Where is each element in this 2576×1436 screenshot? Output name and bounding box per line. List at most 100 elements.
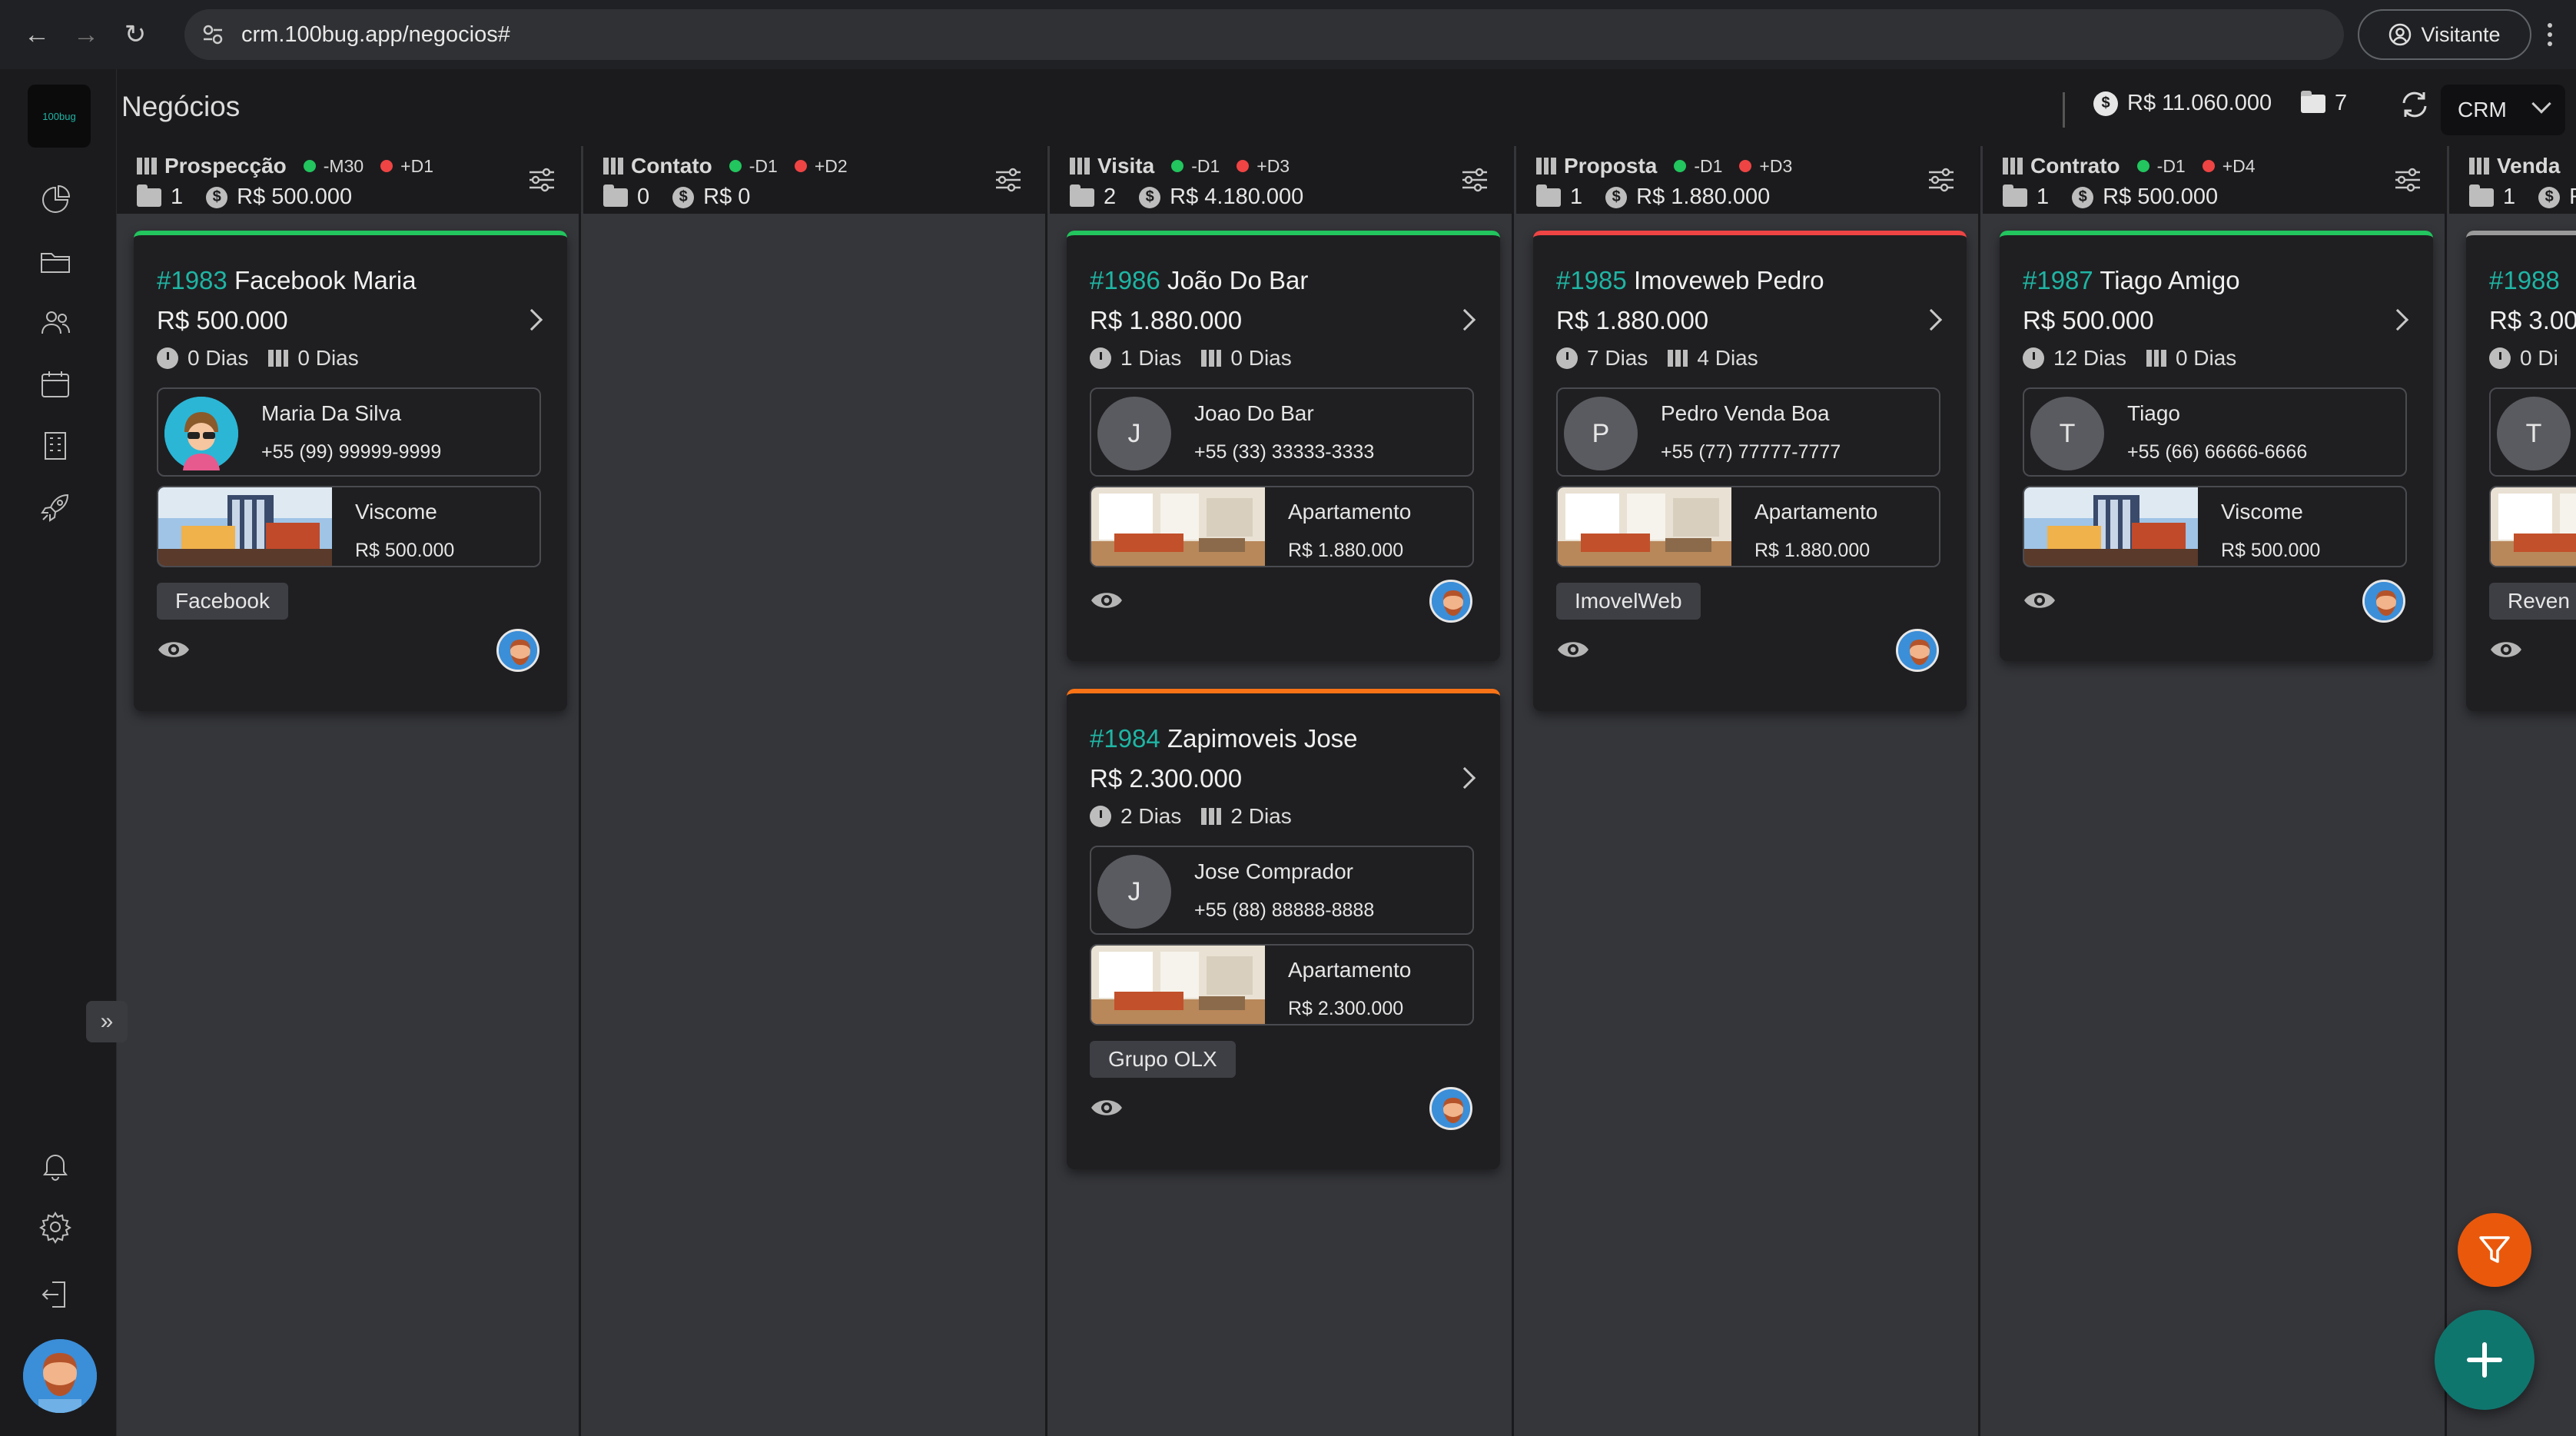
chevron-right-icon[interactable]	[1920, 308, 1943, 331]
column-settings-icon[interactable]	[1458, 163, 1492, 197]
property-name: Viscome	[355, 500, 437, 524]
contact-box[interactable]: T Tiago +55 (66) 66666-6666	[2023, 387, 2407, 477]
column-settings-icon[interactable]	[525, 163, 559, 197]
deal-title[interactable]: #1983 Facebook Maria	[157, 266, 417, 295]
owner-avatar[interactable]	[1429, 1087, 1472, 1130]
view-eye-icon[interactable]	[1090, 589, 1124, 612]
view-eye-icon[interactable]	[2489, 638, 2523, 661]
folder-icon	[137, 184, 161, 207]
column-settings-icon[interactable]	[991, 163, 1025, 197]
columns-icon	[1668, 350, 1688, 367]
deal-name: Imoveweb Pedro	[1633, 266, 1824, 294]
chevron-down-icon	[2531, 94, 2551, 114]
chevron-right-icon[interactable]	[1453, 766, 1476, 789]
deal-title[interactable]: #1985 Imoveweb Pedro	[1556, 266, 1824, 295]
property-box[interactable]: Apartamento R$ 2.300.000	[1090, 944, 1474, 1025]
deal-card[interactable]: #1986 João Do Bar R$ 1.880.000 1 Dias 0 Dia…	[1067, 231, 1500, 661]
add-deal-button[interactable]	[2435, 1310, 2535, 1410]
deal-title[interactable]: #1987 Tiago Amigo	[2023, 266, 2240, 295]
column-settings-icon[interactable]	[2391, 163, 2425, 197]
view-eye-icon[interactable]	[1090, 1096, 1124, 1119]
address-bar[interactable]: crm.100bug.app/negocios#	[184, 9, 2344, 60]
contact-box[interactable]: J Jose Comprador +55 (88) 88888-8888	[1090, 846, 1474, 935]
contact-box[interactable]: P Pedro Venda Boa +55 (77) 77777-7777	[1556, 387, 1940, 477]
column-name: Contato	[631, 154, 712, 178]
refresh-icon[interactable]	[2398, 88, 2432, 121]
view-eye-icon[interactable]	[1556, 638, 1590, 661]
kanban-column: Contato -D1 +D2 0 $ R$ 0	[583, 146, 1047, 1436]
chevron-right-icon[interactable]	[1453, 308, 1476, 331]
view-eye-icon[interactable]	[157, 638, 191, 661]
property-box[interactable]: Apartamento R$ 1.880.000	[1090, 486, 1474, 567]
chevron-right-icon[interactable]	[2386, 308, 2409, 331]
property-box[interactable]: Apartamento R$ 1.880.000	[1556, 486, 1940, 567]
deal-title[interactable]: #1984 Zapimoveis Jose	[1090, 724, 1358, 753]
column-tag-max: +D1	[400, 155, 433, 176]
calendar-icon[interactable]	[34, 363, 77, 406]
property-box[interactable]: Viscome R$ 500.000	[2023, 486, 2407, 567]
deal-card[interactable]: #1983 Facebook Maria R$ 500.000 0 Dias 0 Di…	[134, 231, 567, 711]
rocket-icon[interactable]	[34, 486, 77, 529]
deal-durations: 0 Di	[2489, 346, 2558, 371]
deal-title[interactable]: #1986 João Do Bar	[1090, 266, 1308, 295]
profile-button[interactable]: Visitante	[2358, 9, 2531, 60]
contact-avatar: T	[2497, 397, 2571, 470]
property-thumbnail	[1558, 487, 1731, 566]
gear-icon[interactable]	[34, 1205, 77, 1248]
deal-name: Zapimoveis Jose	[1167, 724, 1358, 753]
filter-fab-button[interactable]	[2458, 1213, 2531, 1287]
url-text: crm.100bug.app/negocios#	[241, 22, 510, 47]
logo-text: 100bug	[42, 110, 76, 122]
pipeline-select[interactable]: CRM	[2441, 85, 2565, 135]
owner-avatar[interactable]	[1896, 629, 1939, 672]
folder-icon[interactable]	[34, 240, 77, 283]
column-value: R$ 0	[703, 184, 751, 209]
forward-icon[interactable]: →	[65, 13, 108, 56]
column-tag-min: -D1	[749, 155, 778, 176]
deal-card[interactable]: #1984 Zapimoveis Jose R$ 2.300.000 2 Dias 2…	[1067, 689, 1500, 1169]
deal-card[interactable]: #1987 Tiago Amigo R$ 500.000 12 Dias 0 Dias…	[2000, 231, 2433, 661]
deal-durations: 2 Dias 2 Dias	[1090, 804, 1292, 829]
property-box[interactable]: Viscome R$ 500.000	[157, 486, 541, 567]
column-header: Contrato -D1 +D4 1 $ R$ 500.000	[1983, 146, 2445, 214]
dollar-icon: $	[2093, 91, 2118, 116]
column-value: R$ 1.880.000	[1636, 184, 1771, 209]
columns-icon	[2469, 158, 2490, 175]
deal-card[interactable]: #1988 R$ 3.00 0 Di T Reven	[2466, 231, 2576, 711]
profile-icon	[2389, 23, 2412, 46]
property-box[interactable]	[2489, 486, 2576, 567]
app-logo[interactable]: 100bug	[28, 85, 91, 148]
column-tag-min: -M30	[323, 155, 364, 176]
building-icon[interactable]	[34, 424, 77, 467]
column-settings-icon[interactable]	[1924, 163, 1958, 197]
column-title-row: Prospecção -M30 +D1	[137, 154, 433, 178]
owner-avatar[interactable]	[496, 629, 539, 672]
logout-icon[interactable]	[34, 1273, 77, 1316]
bell-icon[interactable]	[34, 1144, 77, 1187]
property-value: R$ 500.000	[2221, 540, 2321, 561]
chevron-right-icon[interactable]	[520, 308, 543, 331]
browser-menu-icon[interactable]	[2536, 15, 2564, 54]
folder-icon	[1070, 184, 1094, 207]
owner-avatar[interactable]	[1429, 580, 1472, 623]
columns-icon	[137, 158, 158, 175]
contact-box[interactable]: T	[2489, 387, 2576, 477]
column-stats-row: 1 $ R	[2469, 184, 2576, 210]
status-dot-red	[1739, 160, 1752, 172]
user-avatar[interactable]	[23, 1339, 97, 1413]
owner-avatar[interactable]	[2362, 580, 2405, 623]
site-settings-icon[interactable]	[201, 23, 224, 46]
deal-title[interactable]: #1988	[2489, 266, 2560, 295]
deal-value: R$ 500.000	[2023, 306, 2154, 334]
status-dot-red	[380, 160, 393, 172]
dashboard-chart-icon[interactable]	[34, 178, 77, 221]
back-icon[interactable]: ←	[15, 13, 58, 56]
users-icon[interactable]	[34, 301, 77, 344]
days-in-deal: 0 Dias	[188, 346, 249, 370]
contact-box[interactable]: Maria Da Silva +55 (99) 99999-9999	[157, 387, 541, 477]
deal-number: #1983	[157, 266, 227, 294]
deal-card[interactable]: #1985 Imoveweb Pedro R$ 1.880.000 7 Dias 4 …	[1533, 231, 1967, 711]
view-eye-icon[interactable]	[2023, 589, 2056, 612]
contact-box[interactable]: J Joao Do Bar +55 (33) 33333-3333	[1090, 387, 1474, 477]
reload-icon[interactable]: ↻	[114, 13, 157, 56]
